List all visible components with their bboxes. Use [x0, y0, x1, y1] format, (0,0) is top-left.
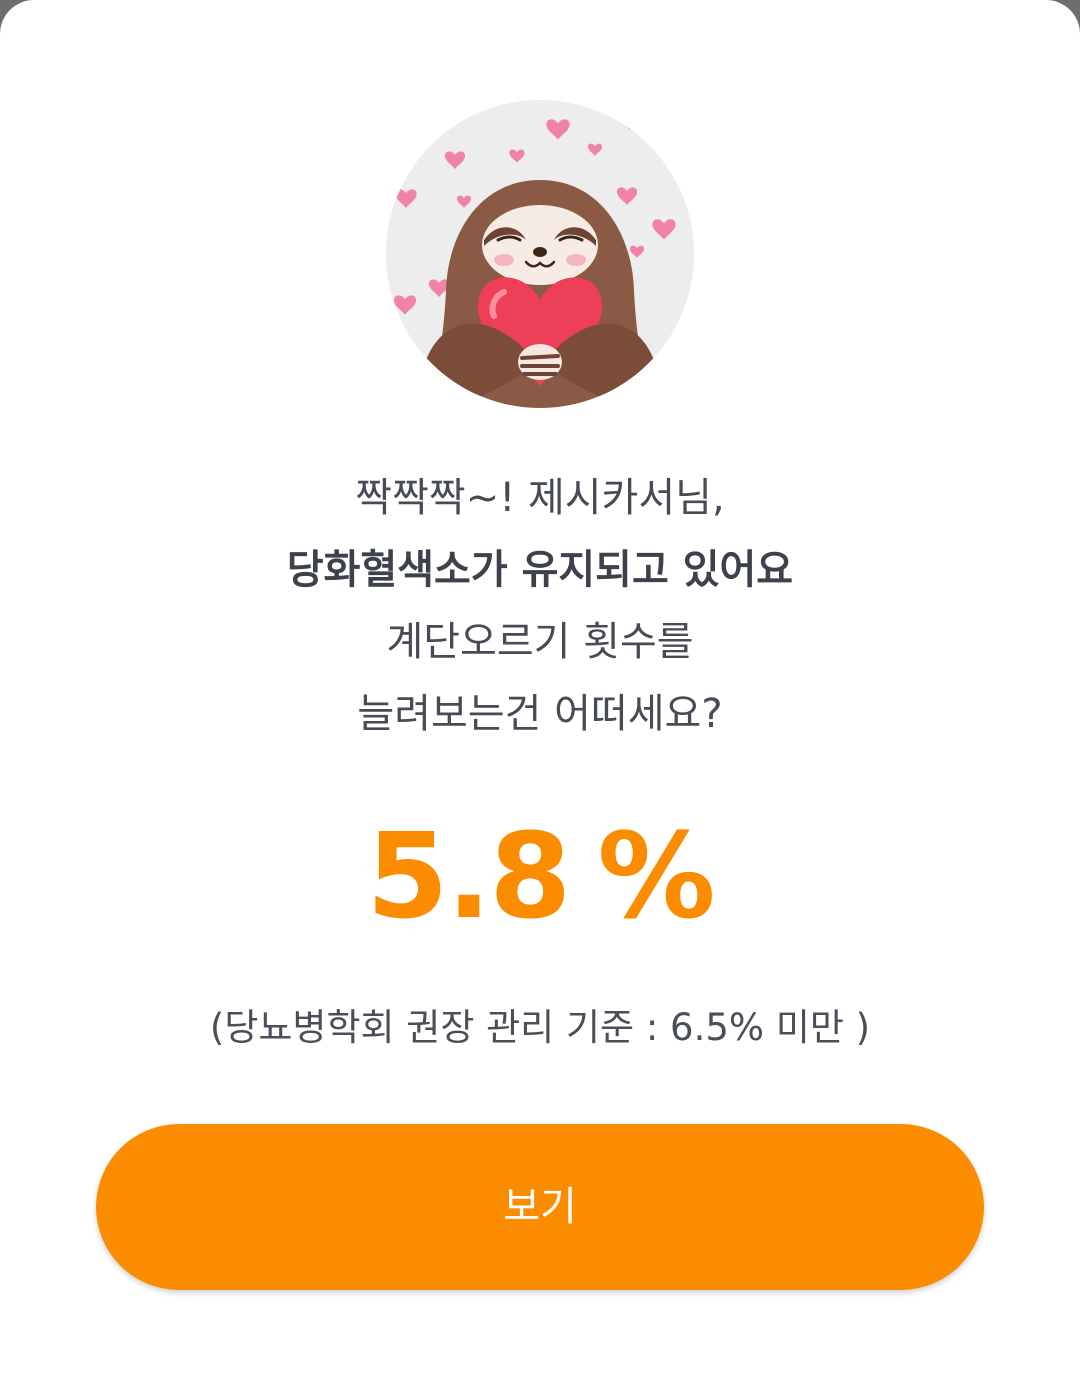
suggestion-text-line1: 계단오르기 횟수를 — [386, 619, 694, 665]
hba1c-number: 5.8 — [366, 807, 571, 945]
hba1c-unit: % — [597, 807, 715, 945]
suggestion-text-line2: 늘려보는건 어떠세요? — [357, 691, 723, 737]
view-button[interactable]: 보기 — [96, 1124, 984, 1290]
recommended-criterion-text: (당뇨병학회 권장 관리 기준 : 6.5% 미만 ) — [209, 1006, 871, 1049]
status-text: 당화혈색소가 유지되고 있어요 — [286, 547, 794, 593]
hba1c-value: 5.8% — [0, 806, 1080, 946]
bottom-sheet: 짝짝짝~! 제시카서님, 당화혈색소가 유지되고 있어요 계단오르기 횟수를 늘… — [0, 0, 1080, 1385]
sloth-heart-avatar-icon — [386, 100, 694, 408]
greeting-text: 짝짝짝~! 제시카서님, — [355, 475, 725, 521]
result-message: 짝짝짝~! 제시카서님, 당화혈색소가 유지되고 있어요 계단오르기 횟수를 늘… — [0, 462, 1080, 750]
